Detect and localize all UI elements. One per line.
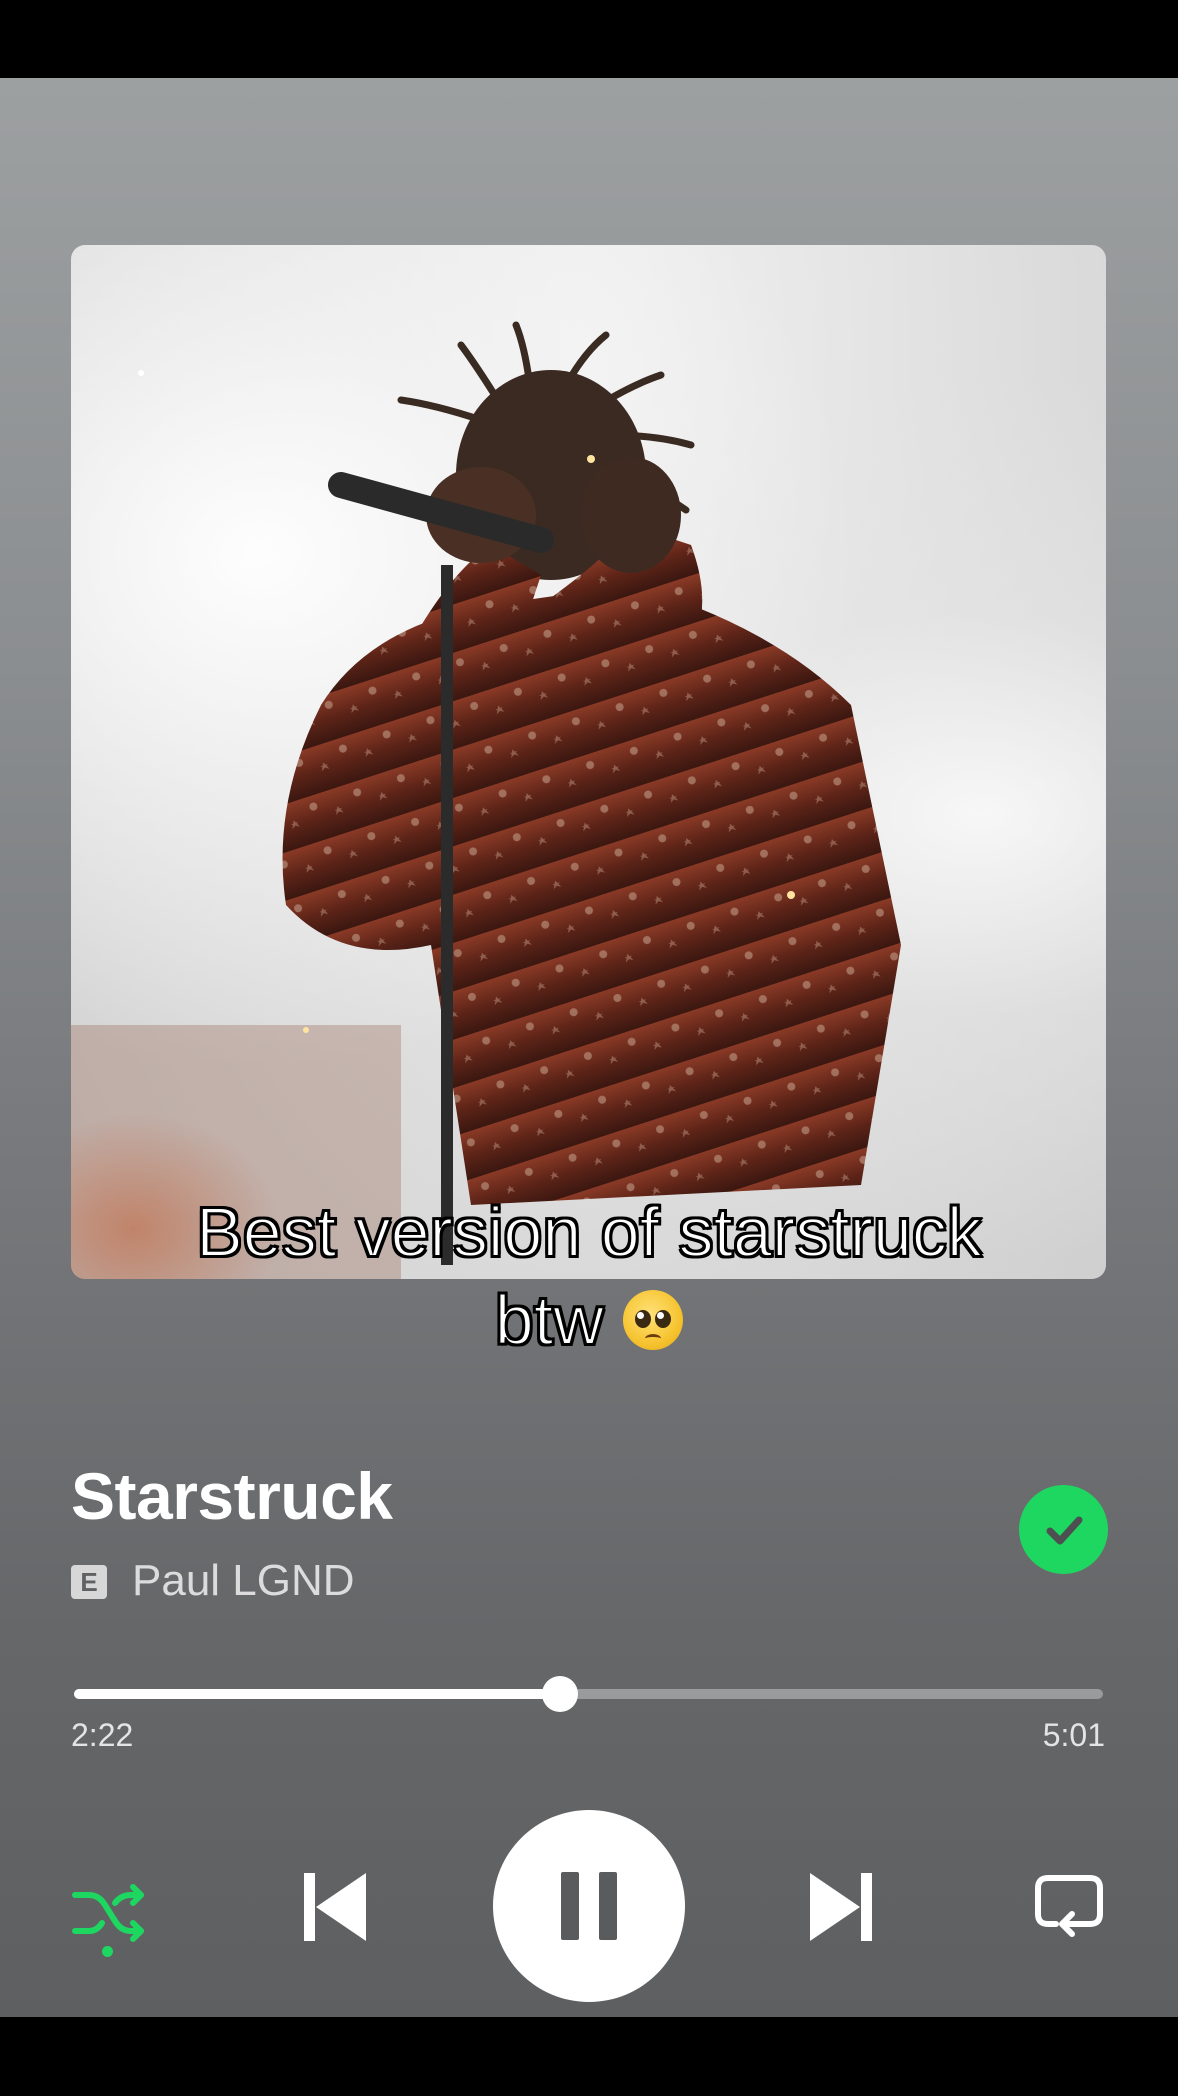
album-artwork [71, 245, 1106, 1279]
repeat-icon [1035, 1875, 1103, 1937]
progress-fill [74, 1689, 560, 1699]
track-title[interactable]: Starstruck [71, 1458, 393, 1534]
check-icon [1046, 1516, 1082, 1544]
pause-button[interactable] [493, 1810, 685, 2002]
caption-line-2-text: btw [494, 1280, 605, 1360]
previous-button[interactable] [290, 1862, 380, 1952]
liked-button[interactable] [1019, 1485, 1108, 1574]
artist-name[interactable]: Paul LGND [132, 1556, 355, 1606]
pleading-face-emoji-icon [623, 1290, 684, 1350]
time-elapsed: 2:22 [71, 1717, 134, 1753]
video-caption: Best version of starstruck btw [0, 1188, 1178, 1364]
skip-next-icon [810, 1873, 872, 1941]
album-artwork-image [71, 321, 901, 1279]
shuffle-icon [72, 1884, 144, 1942]
caption-line-2: btw [0, 1276, 1178, 1364]
progress-knob[interactable] [541, 1676, 578, 1712]
repeat-button[interactable] [1026, 1864, 1112, 1950]
progress-bar[interactable] [74, 1676, 1103, 1712]
navigation-bar [0, 2017, 1178, 2096]
time-total: 5:01 [1042, 1717, 1105, 1753]
shuffle-button[interactable] [66, 1870, 152, 1956]
next-button[interactable] [796, 1862, 886, 1952]
caption-line-1: Best version of starstruck [195, 1192, 983, 1272]
pause-icon [561, 1872, 617, 1940]
skip-previous-icon [304, 1873, 366, 1941]
shuffle-active-indicator [102, 1946, 113, 1957]
explicit-badge: E [71, 1565, 107, 1599]
status-bar [0, 0, 1178, 78]
